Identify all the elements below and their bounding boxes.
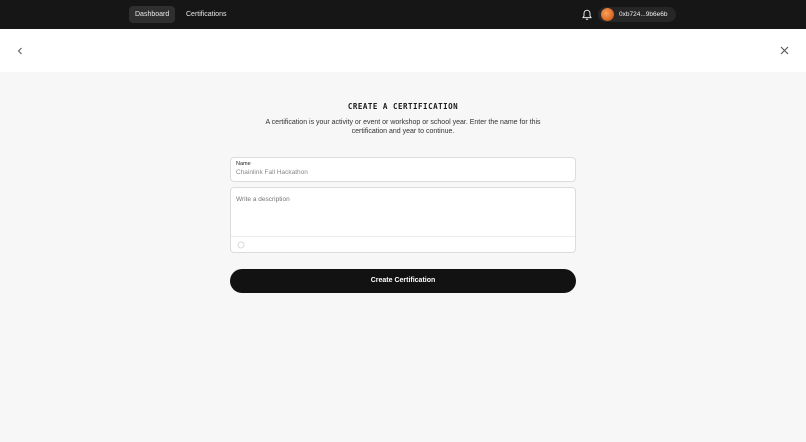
page-title: CREATE A CERTIFICATION [347,102,459,111]
create-certification-button[interactable]: Create Certification [230,269,576,293]
page-description: A certification is your activity or even… [265,119,541,135]
tab-dashboard[interactable]: Dashboard [129,6,176,23]
page-header [0,29,806,72]
avatar [601,8,614,21]
name-label: Name [236,161,251,167]
chevron-left-icon[interactable] [14,45,26,57]
circle-icon[interactable] [237,241,245,249]
description-input[interactable] [236,196,566,226]
name-input[interactable] [236,168,566,177]
bell-icon[interactable] [581,9,593,21]
top-nav-bar [0,0,806,29]
close-icon[interactable] [778,44,791,57]
tab-certifications[interactable]: Certifications [180,6,232,23]
wallet-address: 0xb724...9b6e6b [619,11,668,18]
divider [231,236,575,237]
